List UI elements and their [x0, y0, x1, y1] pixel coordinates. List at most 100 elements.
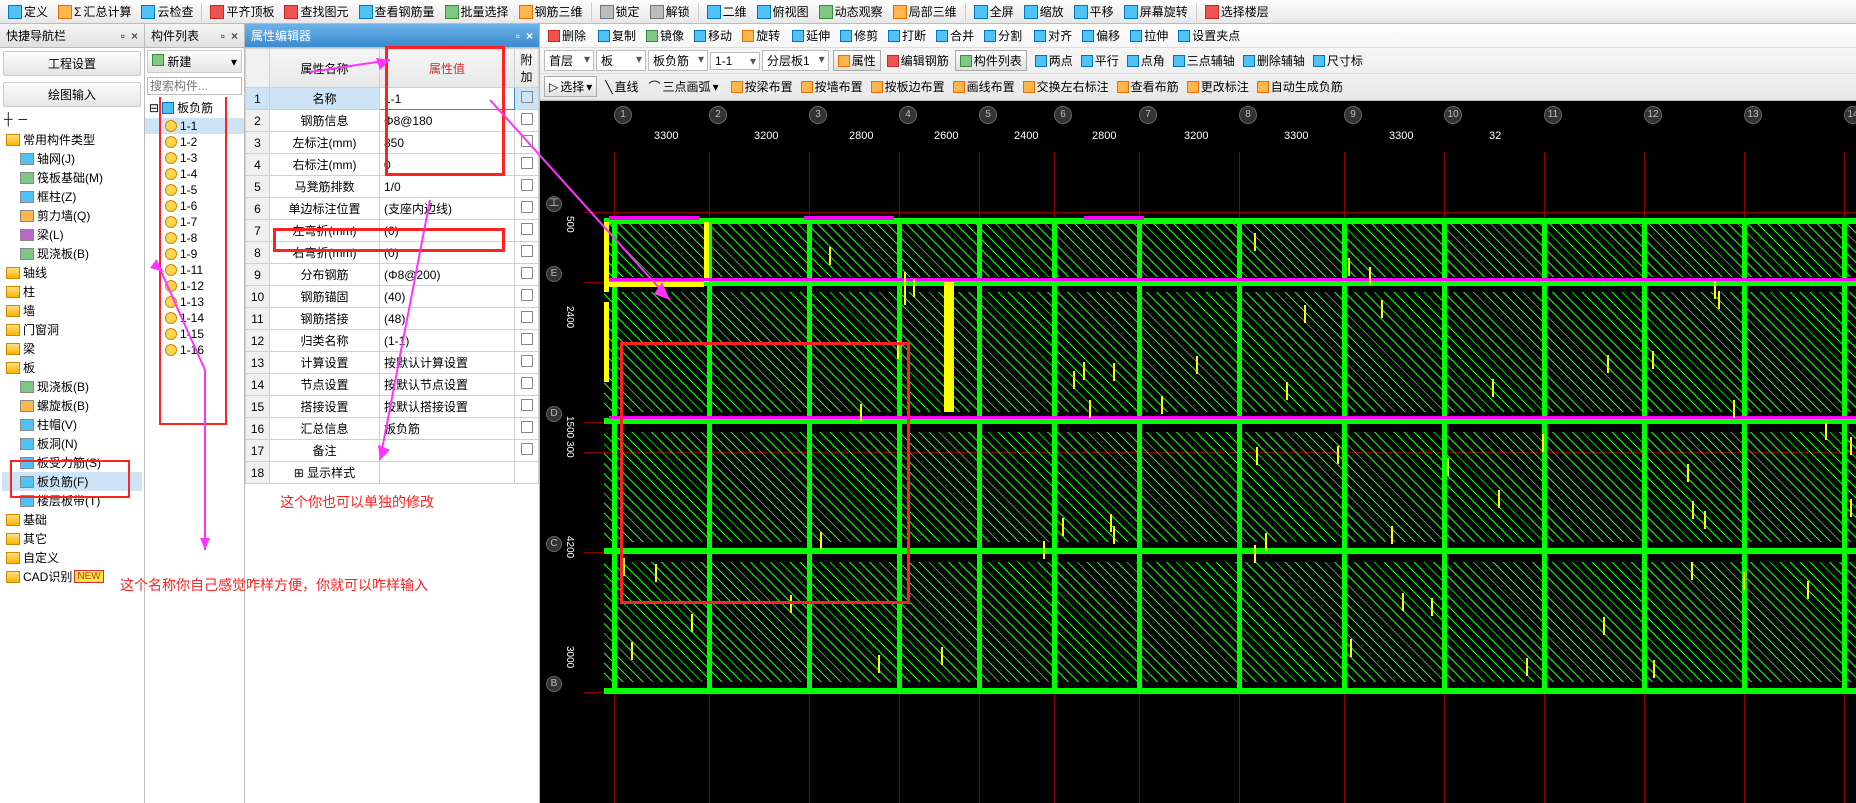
tree-item[interactable]: 板洞(N) — [2, 434, 142, 453]
tree-item[interactable]: 轴网(J) — [2, 149, 142, 168]
prop-row[interactable]: 10钢筋锚固(40) — [246, 286, 539, 308]
comp-item[interactable]: 1-16 — [145, 342, 244, 358]
prop-row[interactable]: 5马凳筋排数1/0 — [246, 176, 539, 198]
tool-2d[interactable]: 二维 — [703, 3, 751, 20]
tool-level-top[interactable]: 平齐顶板 — [206, 3, 278, 20]
btn-project-settings[interactable]: 工程设置 — [3, 51, 141, 76]
tool[interactable]: 更改标注 — [1183, 77, 1253, 96]
prop-row[interactable]: 2钢筋信息Φ8@180 — [246, 110, 539, 132]
comp-item[interactable]: 1-11 — [145, 262, 244, 278]
tool-top-view[interactable]: 俯视图 — [753, 3, 813, 20]
tool-rebar-3d[interactable]: 钢筋三维 — [515, 3, 587, 20]
tool-0[interactable]: 删除 — [544, 26, 590, 45]
btn-arc[interactable]: ⌒ 三点画弧 ▾ — [645, 77, 723, 96]
prop-row[interactable]: 3左标注(mm)850 — [246, 132, 539, 154]
tool-unlock[interactable]: 解锁 — [646, 3, 694, 20]
tool-view-rebar[interactable]: 查看钢筋量 — [355, 3, 439, 20]
tree-item[interactable]: 板受力筋(S) — [2, 453, 142, 472]
tool-1[interactable]: 复制 — [594, 26, 640, 45]
tool-13[interactable]: 设置夹点 — [1174, 26, 1244, 45]
tool[interactable]: 按墙布置 — [797, 77, 867, 96]
tool[interactable]: 两点 — [1031, 51, 1077, 70]
search-input[interactable] — [147, 77, 242, 95]
tool[interactable]: 尺寸标 — [1309, 51, 1367, 70]
tree-item[interactable]: 筏板基础(M) — [2, 168, 142, 187]
tree-root[interactable]: 常用构件类型 — [2, 130, 142, 149]
tool-9[interactable]: 分割 — [980, 26, 1026, 45]
tool[interactable]: 查看布筋 — [1113, 77, 1183, 96]
comp-item[interactable]: 1-12 — [145, 278, 244, 294]
btn-property[interactable]: 属性 — [833, 50, 881, 71]
tree-item[interactable]: CAD识别NEW — [2, 567, 142, 586]
prop-row[interactable]: 8右弯折(mm)(0) — [246, 242, 539, 264]
tool-local-3d[interactable]: 局部三维 — [889, 3, 961, 20]
tool[interactable]: 按板边布置 — [867, 77, 949, 96]
tool-select-floor[interactable]: 选择楼层 — [1201, 3, 1273, 20]
tree-item[interactable]: 剪力墙(Q) — [2, 206, 142, 225]
prop-row[interactable]: 9分布钢筋(Φ8@200) — [246, 264, 539, 286]
tree-item[interactable]: 楼层板带(T) — [2, 491, 142, 510]
tool-batch-select[interactable]: 批量选择 — [441, 3, 513, 20]
tree-item[interactable]: 柱帽(V) — [2, 415, 142, 434]
tool-8[interactable]: 合并 — [932, 26, 978, 45]
tree-item[interactable]: 板 — [2, 358, 142, 377]
tool-define[interactable]: 定义 — [4, 3, 52, 20]
comp-root[interactable]: ⊟板负筋 — [145, 97, 244, 118]
dd-component[interactable]: 1-1 — [710, 52, 760, 70]
dd-type[interactable]: 板 — [596, 50, 646, 71]
tool-5[interactable]: 延伸 — [788, 26, 834, 45]
prop-row[interactable]: 15搭接设置按默认搭接设置 — [246, 396, 539, 418]
comp-item[interactable]: 1-5 — [145, 182, 244, 198]
tool[interactable]: 三点辅轴 — [1169, 51, 1239, 70]
comp-item[interactable]: 1-6 — [145, 198, 244, 214]
tool-4[interactable]: 旋转 — [738, 26, 784, 45]
collapse-icon[interactable]: ─ — [19, 112, 28, 126]
comp-item[interactable]: 1-1 — [145, 118, 244, 134]
comp-item[interactable]: 1-8 — [145, 230, 244, 246]
tool-rotate-screen[interactable]: 屏幕旋转 — [1120, 3, 1192, 20]
comp-item[interactable]: 1-4 — [145, 166, 244, 182]
dd-subtype[interactable]: 板负筋 — [648, 50, 708, 71]
btn-draw-input[interactable]: 绘图输入 — [3, 82, 141, 107]
tool-11[interactable]: 偏移 — [1078, 26, 1124, 45]
tool[interactable]: 自动生成负筋 — [1253, 77, 1347, 96]
comp-item[interactable]: 1-7 — [145, 214, 244, 230]
comp-close-icon[interactable]: × — [231, 29, 238, 43]
tool[interactable]: 交换左右标注 — [1019, 77, 1113, 96]
comp-item[interactable]: 1-14 — [145, 310, 244, 326]
tree-item[interactable]: 板负筋(F) — [2, 472, 142, 491]
prop-row[interactable]: 4右标注(mm)0 — [246, 154, 539, 176]
tool-2[interactable]: 镜像 — [642, 26, 688, 45]
btn-select[interactable]: ▷ 选择 ▾ — [544, 76, 597, 97]
prop-row[interactable]: 12归类名称(1-1) — [246, 330, 539, 352]
prop-row[interactable]: 7左弯折(mm)(0) — [246, 220, 539, 242]
prop-row[interactable]: 11钢筋搭接(48) — [246, 308, 539, 330]
prop-row[interactable]: 13计算设置按默认计算设置 — [246, 352, 539, 374]
tool-6[interactable]: 修剪 — [836, 26, 882, 45]
prop-row[interactable]: 16汇总信息板负筋 — [246, 418, 539, 440]
comp-item[interactable]: 1-15 — [145, 326, 244, 342]
comp-item[interactable]: 1-13 — [145, 294, 244, 310]
tree-item[interactable]: 轴线 — [2, 263, 142, 282]
expand-icon[interactable]: ┼ — [4, 112, 13, 126]
tree-item[interactable]: 自定义 — [2, 548, 142, 567]
tree-item[interactable]: 基础 — [2, 510, 142, 529]
btn-new-component[interactable]: 新建▾ — [147, 50, 242, 73]
prop-row[interactable]: 14节点设置按默认节点设置 — [246, 374, 539, 396]
tree-item[interactable]: 门窗洞 — [2, 320, 142, 339]
tool-10[interactable]: 对齐 — [1030, 26, 1076, 45]
tree-item[interactable]: 梁(L) — [2, 225, 142, 244]
tool-cloud-check[interactable]: 云检查 — [137, 3, 197, 20]
prop-row[interactable]: 6单边标注位置(支座内边线) — [246, 198, 539, 220]
prop-row[interactable]: 18⊞ 显示样式 — [246, 462, 539, 484]
nav-close-icon[interactable]: × — [131, 29, 138, 43]
dd-floor[interactable]: 首层 — [544, 50, 594, 71]
tool[interactable]: 点角 — [1123, 51, 1169, 70]
tree-item[interactable]: 其它 — [2, 529, 142, 548]
tool-zoom[interactable]: 缩放 — [1020, 3, 1068, 20]
btn-line[interactable]: ╲ 直线 — [601, 77, 642, 96]
comp-item[interactable]: 1-3 — [145, 150, 244, 166]
dd-layer[interactable]: 分层板1 — [762, 50, 829, 71]
comp-item[interactable]: 1-2 — [145, 134, 244, 150]
tool-lock[interactable]: 锁定 — [596, 3, 644, 20]
